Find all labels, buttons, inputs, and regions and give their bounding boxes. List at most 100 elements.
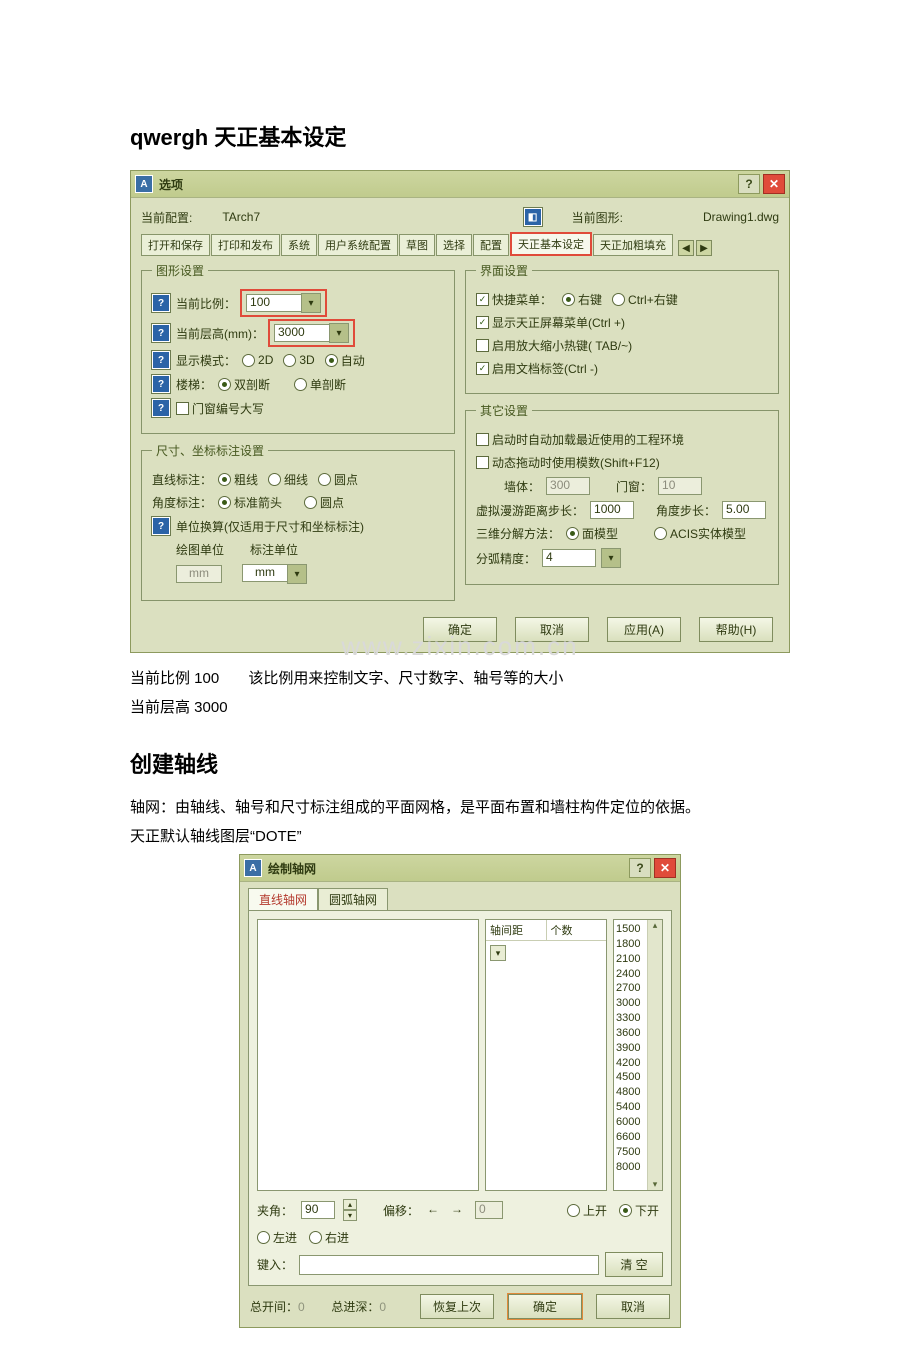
- ok-button[interactable]: 确定: [423, 617, 497, 642]
- close-icon[interactable]: ✕: [763, 174, 785, 194]
- check-screen-menu[interactable]: 显示天正屏幕菜单(Ctrl +): [476, 314, 625, 331]
- tab-config[interactable]: 配置: [473, 234, 509, 256]
- radio-acis-model[interactable]: ACIS实体模型: [654, 525, 746, 542]
- check-doc-tabs[interactable]: 启用文档标签(Ctrl -): [476, 360, 598, 377]
- check-zoom-hotkey[interactable]: 启用放大缩小热键( TAB/~): [476, 337, 632, 354]
- arc-precision-input[interactable]: 4: [542, 549, 596, 567]
- dimension-settings-group: 尺寸、坐标标注设置 直线标注： 粗线 细线 圆点 角度标注： 标准箭头 圆点: [141, 442, 455, 601]
- col-header-spacing: 轴间距: [486, 920, 547, 940]
- tab-scroll-left-icon[interactable]: ◀: [678, 240, 694, 256]
- close-icon[interactable]: ✕: [654, 858, 676, 878]
- radio-down[interactable]: 下开: [619, 1202, 659, 1219]
- current-config-value: TArch7: [222, 210, 260, 224]
- clear-button[interactable]: 清 空: [605, 1252, 663, 1277]
- dropdown-arrow-icon[interactable]: ▾: [490, 945, 506, 961]
- scroll-down-icon[interactable]: ▾: [653, 1179, 658, 1190]
- radio-2d[interactable]: 2D: [242, 353, 273, 367]
- radio-single-break[interactable]: 单剖断: [294, 376, 346, 393]
- tab-user-config[interactable]: 用户系统配置: [318, 234, 398, 256]
- help-icon[interactable]: ?: [629, 858, 651, 878]
- tab-arc-grid[interactable]: 圆弧轴网: [318, 888, 388, 910]
- tab-select[interactable]: 选择: [436, 234, 472, 256]
- help-button[interactable]: 帮助(H): [699, 617, 773, 642]
- apply-button[interactable]: 应用(A): [607, 617, 681, 642]
- axis-desc-1: 轴网：由轴线、轴号和尺寸标注组成的平面网格，是平面布置和墙柱构件定位的依据。: [130, 797, 790, 820]
- radio-rightclick[interactable]: 右键: [562, 291, 602, 308]
- key-input[interactable]: [299, 1255, 599, 1275]
- tab-sketch[interactable]: 草图: [399, 234, 435, 256]
- scroll-up-icon[interactable]: ▴: [653, 920, 658, 931]
- radio-auto[interactable]: 自动: [325, 352, 365, 369]
- tab-open-save[interactable]: 打开和保存: [141, 234, 210, 256]
- door-input: 10: [658, 477, 702, 495]
- dropdown-arrow-icon[interactable]: ▾: [329, 323, 349, 343]
- current-height-input[interactable]: 3000: [274, 324, 330, 342]
- radio-arrow[interactable]: 标准箭头: [218, 494, 282, 511]
- radio-face-model[interactable]: 面模型: [566, 525, 618, 542]
- preview-area: [257, 919, 479, 1191]
- label: 虚拟漫游距离步长：: [476, 502, 584, 519]
- help-icon[interactable]: ?: [738, 174, 760, 194]
- options-dialog: A 选项 ? ✕ 当前配置: TArch7 ◧ 当前图形: Drawing1.d…: [130, 170, 790, 653]
- roam-step-input[interactable]: 1000: [590, 501, 634, 519]
- radio-dot[interactable]: 圆点: [318, 471, 358, 488]
- group-legend: 其它设置: [476, 402, 532, 419]
- label: 夹角：: [257, 1202, 293, 1219]
- app-icon: A: [244, 859, 262, 877]
- label: 当前比例：: [176, 295, 236, 312]
- wall-input: 300: [546, 477, 590, 495]
- offset-left-icon[interactable]: ←: [427, 1202, 443, 1218]
- restore-button[interactable]: 恢复上次: [420, 1294, 494, 1319]
- dialog-titlebar: A 绘制轴网 ? ✕: [240, 855, 680, 882]
- dropdown-arrow-icon[interactable]: ▾: [601, 548, 621, 568]
- total-open-value: 0: [298, 1300, 305, 1314]
- check-shortcut[interactable]: 快捷菜单：: [476, 291, 552, 308]
- tab-print-publish[interactable]: 打印和发布: [211, 234, 280, 256]
- angle-step-input[interactable]: 5.00: [722, 501, 766, 519]
- graphic-settings-group: 图形设置 ? 当前比例： 100 ▾ ? 当前层高(mm)：: [141, 262, 455, 434]
- tab-bar: 打开和保存 打印和发布 系统 用户系统配置 草图 选择 配置 天正基本设定 天正…: [141, 232, 779, 256]
- label: 总进深：: [331, 1300, 379, 1314]
- dim-unit-input[interactable]: mm: [242, 564, 288, 582]
- current-scale-input[interactable]: 100: [246, 294, 302, 312]
- check-window-upper[interactable]: 门窗编号大写: [176, 400, 264, 417]
- ok-button[interactable]: 确定: [508, 1294, 582, 1319]
- radio-3d[interactable]: 3D: [283, 353, 314, 367]
- spin-up-icon[interactable]: ▴: [343, 1199, 357, 1210]
- tab-scroll-right-icon[interactable]: ▶: [696, 240, 712, 256]
- radio-left[interactable]: 左进: [257, 1229, 297, 1246]
- dropdown-arrow-icon[interactable]: ▾: [287, 564, 307, 584]
- angle-input[interactable]: 90: [301, 1201, 335, 1219]
- offset-right-icon[interactable]: →: [451, 1202, 467, 1218]
- dialog-title: 选项: [159, 176, 735, 193]
- radio-dot2[interactable]: 圆点: [304, 494, 344, 511]
- label: 三维分解方法：: [476, 525, 560, 542]
- check-dyn-drag[interactable]: 动态拖动时使用模数(Shift+F12): [476, 454, 660, 471]
- radio-thin[interactable]: 细线: [268, 471, 308, 488]
- radio-double-break[interactable]: 双剖断: [218, 376, 270, 393]
- radio-up[interactable]: 上开: [567, 1202, 607, 1219]
- spin-down-icon[interactable]: ▾: [343, 1210, 357, 1221]
- number-list[interactable]: 1500180021002400270030003300360039004200…: [613, 919, 663, 1191]
- dialog-titlebar: A 选项 ? ✕: [131, 171, 789, 198]
- label: 偏移：: [383, 1202, 419, 1219]
- dropdown-arrow-icon[interactable]: ▾: [301, 293, 321, 313]
- radio-ctrl-rightclick[interactable]: Ctrl+右键: [612, 291, 678, 308]
- info-icon: ?: [152, 294, 170, 312]
- label: 当前图形:: [572, 209, 623, 226]
- cancel-button[interactable]: 取消: [515, 617, 589, 642]
- radio-right[interactable]: 右进: [309, 1229, 349, 1246]
- info-icon: ?: [152, 375, 170, 393]
- axis-desc-2: 天正默认轴线图层“DOTE”: [130, 826, 790, 849]
- tab-line-grid[interactable]: 直线轴网: [248, 888, 318, 910]
- label: 直线标注：: [152, 471, 212, 488]
- label: 标注单位: [250, 541, 298, 558]
- tab-tz-fill[interactable]: 天正加粗填充: [593, 234, 673, 256]
- tab-tz-basic[interactable]: 天正基本设定: [510, 232, 592, 256]
- spacing-table[interactable]: 轴间距 个数 ▾: [485, 919, 607, 1191]
- check-auto-load[interactable]: 启动时自动加载最近使用的工程环境: [476, 431, 684, 448]
- tab-system[interactable]: 系统: [281, 234, 317, 256]
- cancel-button[interactable]: 取消: [596, 1294, 670, 1319]
- radio-thick[interactable]: 粗线: [218, 471, 258, 488]
- current-drawing-value: Drawing1.dwg: [703, 210, 779, 224]
